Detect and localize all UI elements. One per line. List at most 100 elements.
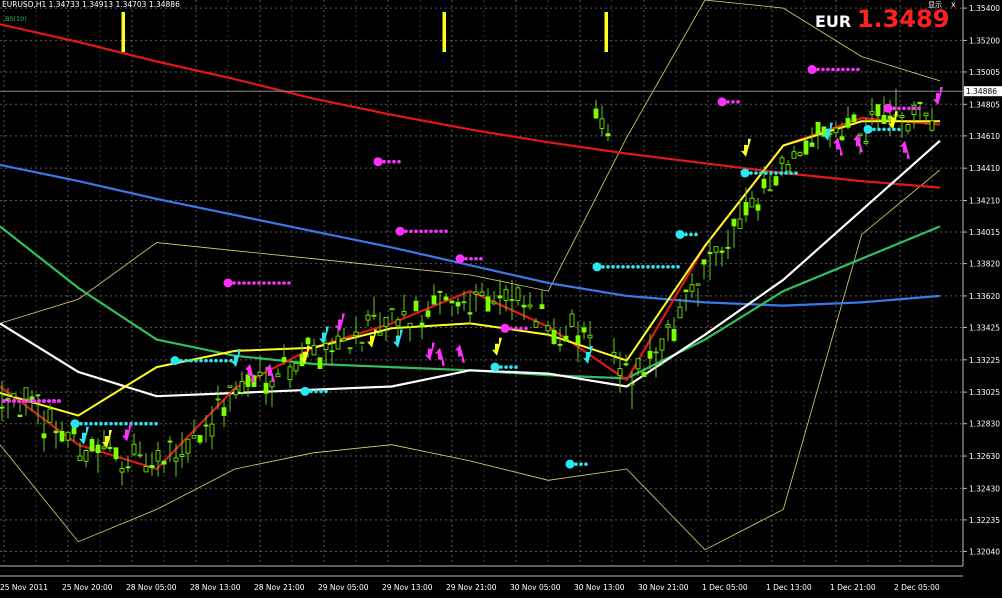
stop-dot — [52, 399, 56, 404]
candle-body — [101, 446, 107, 450]
candle-body — [569, 313, 575, 327]
candle-body — [389, 308, 395, 311]
x-tick-label: 2 Dec 05:00 — [894, 583, 940, 592]
candle-body — [923, 112, 929, 117]
y-tick-label: 1.34410 — [969, 164, 1000, 173]
stop-dot — [209, 358, 213, 363]
stop-dot — [504, 365, 508, 369]
stop-dot — [57, 399, 61, 404]
stop-dot — [219, 358, 223, 363]
candle-body — [77, 455, 83, 462]
stop-dot — [444, 229, 448, 234]
stop-dot — [189, 358, 193, 363]
stop-dot — [287, 281, 291, 285]
candle-body — [263, 382, 269, 394]
candle-body — [707, 252, 713, 255]
time-axis: 25 Nov 2011 25 Nov 20:00 28 Nov 05:00 28 No… — [0, 583, 940, 592]
candle-body — [497, 295, 503, 299]
stop-dot — [439, 229, 443, 234]
x-tick-label: 1 Dec 13:00 — [766, 583, 812, 592]
candle-body — [305, 337, 311, 345]
stop-dot — [897, 106, 901, 111]
stop-dot — [631, 265, 635, 269]
x-tick-label: 25 Nov 2011 — [0, 583, 48, 592]
stop-dot — [754, 171, 758, 175]
stop-dot — [199, 358, 203, 363]
stop-dot — [826, 67, 830, 72]
stop-dot — [836, 67, 840, 72]
candle-body — [269, 380, 275, 388]
stop-dot — [397, 159, 401, 164]
stop-dot — [242, 281, 246, 285]
candle-body — [11, 393, 17, 398]
stop-dot-start — [740, 168, 750, 178]
candle-body — [773, 176, 779, 186]
stop-dot — [584, 462, 588, 466]
current-price-label: 1.34886 — [966, 87, 997, 96]
candle-body — [467, 312, 473, 315]
candle-body — [815, 121, 821, 135]
candle-body — [695, 283, 701, 286]
y-tick-label: 1.35005 — [969, 68, 1000, 77]
candle-body — [131, 443, 137, 455]
stop-dot — [479, 256, 483, 261]
stop-dot — [262, 281, 266, 285]
y-tick-label: 1.32830 — [969, 420, 1000, 429]
candle-body — [287, 366, 293, 380]
stop-dot — [621, 265, 625, 269]
candle-body — [731, 218, 737, 227]
stop-dot-start — [70, 419, 80, 429]
candle-body — [365, 314, 371, 321]
stop-dot — [392, 159, 396, 164]
stop-dot — [694, 232, 698, 237]
stop-dot — [424, 229, 428, 234]
candle-body — [617, 368, 623, 377]
y-tick-label: 1.33425 — [969, 323, 1000, 332]
stop-dot — [247, 281, 251, 285]
candle-body — [257, 371, 263, 377]
y-tick-label: 1.34805 — [969, 100, 1000, 109]
stop-dot — [779, 171, 783, 175]
stop-dot — [319, 389, 323, 394]
candle-body — [929, 120, 935, 131]
candle-body — [605, 133, 611, 137]
stop-dot — [149, 421, 153, 426]
stop-dot — [434, 229, 438, 234]
candle-body — [587, 334, 593, 339]
close-icon[interactable]: x — [951, 0, 956, 9]
y-tick-label: 1.33620 — [969, 292, 1000, 301]
stop-dot — [179, 358, 183, 363]
candle-body — [797, 152, 803, 156]
candle-body — [341, 338, 347, 342]
candle-body — [491, 301, 497, 305]
candle-body — [641, 372, 647, 377]
candle-body — [281, 357, 287, 362]
candle-body — [575, 335, 581, 345]
stop-dot — [267, 281, 271, 285]
stop-dot — [749, 171, 753, 175]
candle-body — [137, 454, 143, 457]
candle-body — [623, 363, 629, 366]
candle-body — [383, 317, 389, 328]
stop-dot — [382, 159, 386, 164]
candle-body — [335, 335, 341, 350]
stop-dot — [892, 106, 896, 111]
stop-dot — [387, 159, 391, 164]
stop-dot — [17, 399, 21, 404]
candle-body — [647, 350, 653, 359]
stop-dot-start — [170, 356, 180, 366]
x-tick-label: 29 Nov 21:00 — [446, 583, 497, 592]
candle-body — [473, 291, 479, 295]
stop-dot — [22, 399, 26, 404]
candle-body — [677, 306, 683, 319]
candle-body — [659, 338, 665, 351]
candle-body — [737, 218, 743, 229]
stop-dot — [769, 171, 773, 175]
candle-body — [203, 424, 209, 427]
stop-dot — [119, 421, 123, 426]
candle-body — [329, 350, 335, 353]
stop-dot — [104, 421, 108, 426]
price-currency: EUR — [815, 12, 851, 31]
session-marker — [121, 12, 125, 52]
candle-body — [863, 141, 869, 144]
